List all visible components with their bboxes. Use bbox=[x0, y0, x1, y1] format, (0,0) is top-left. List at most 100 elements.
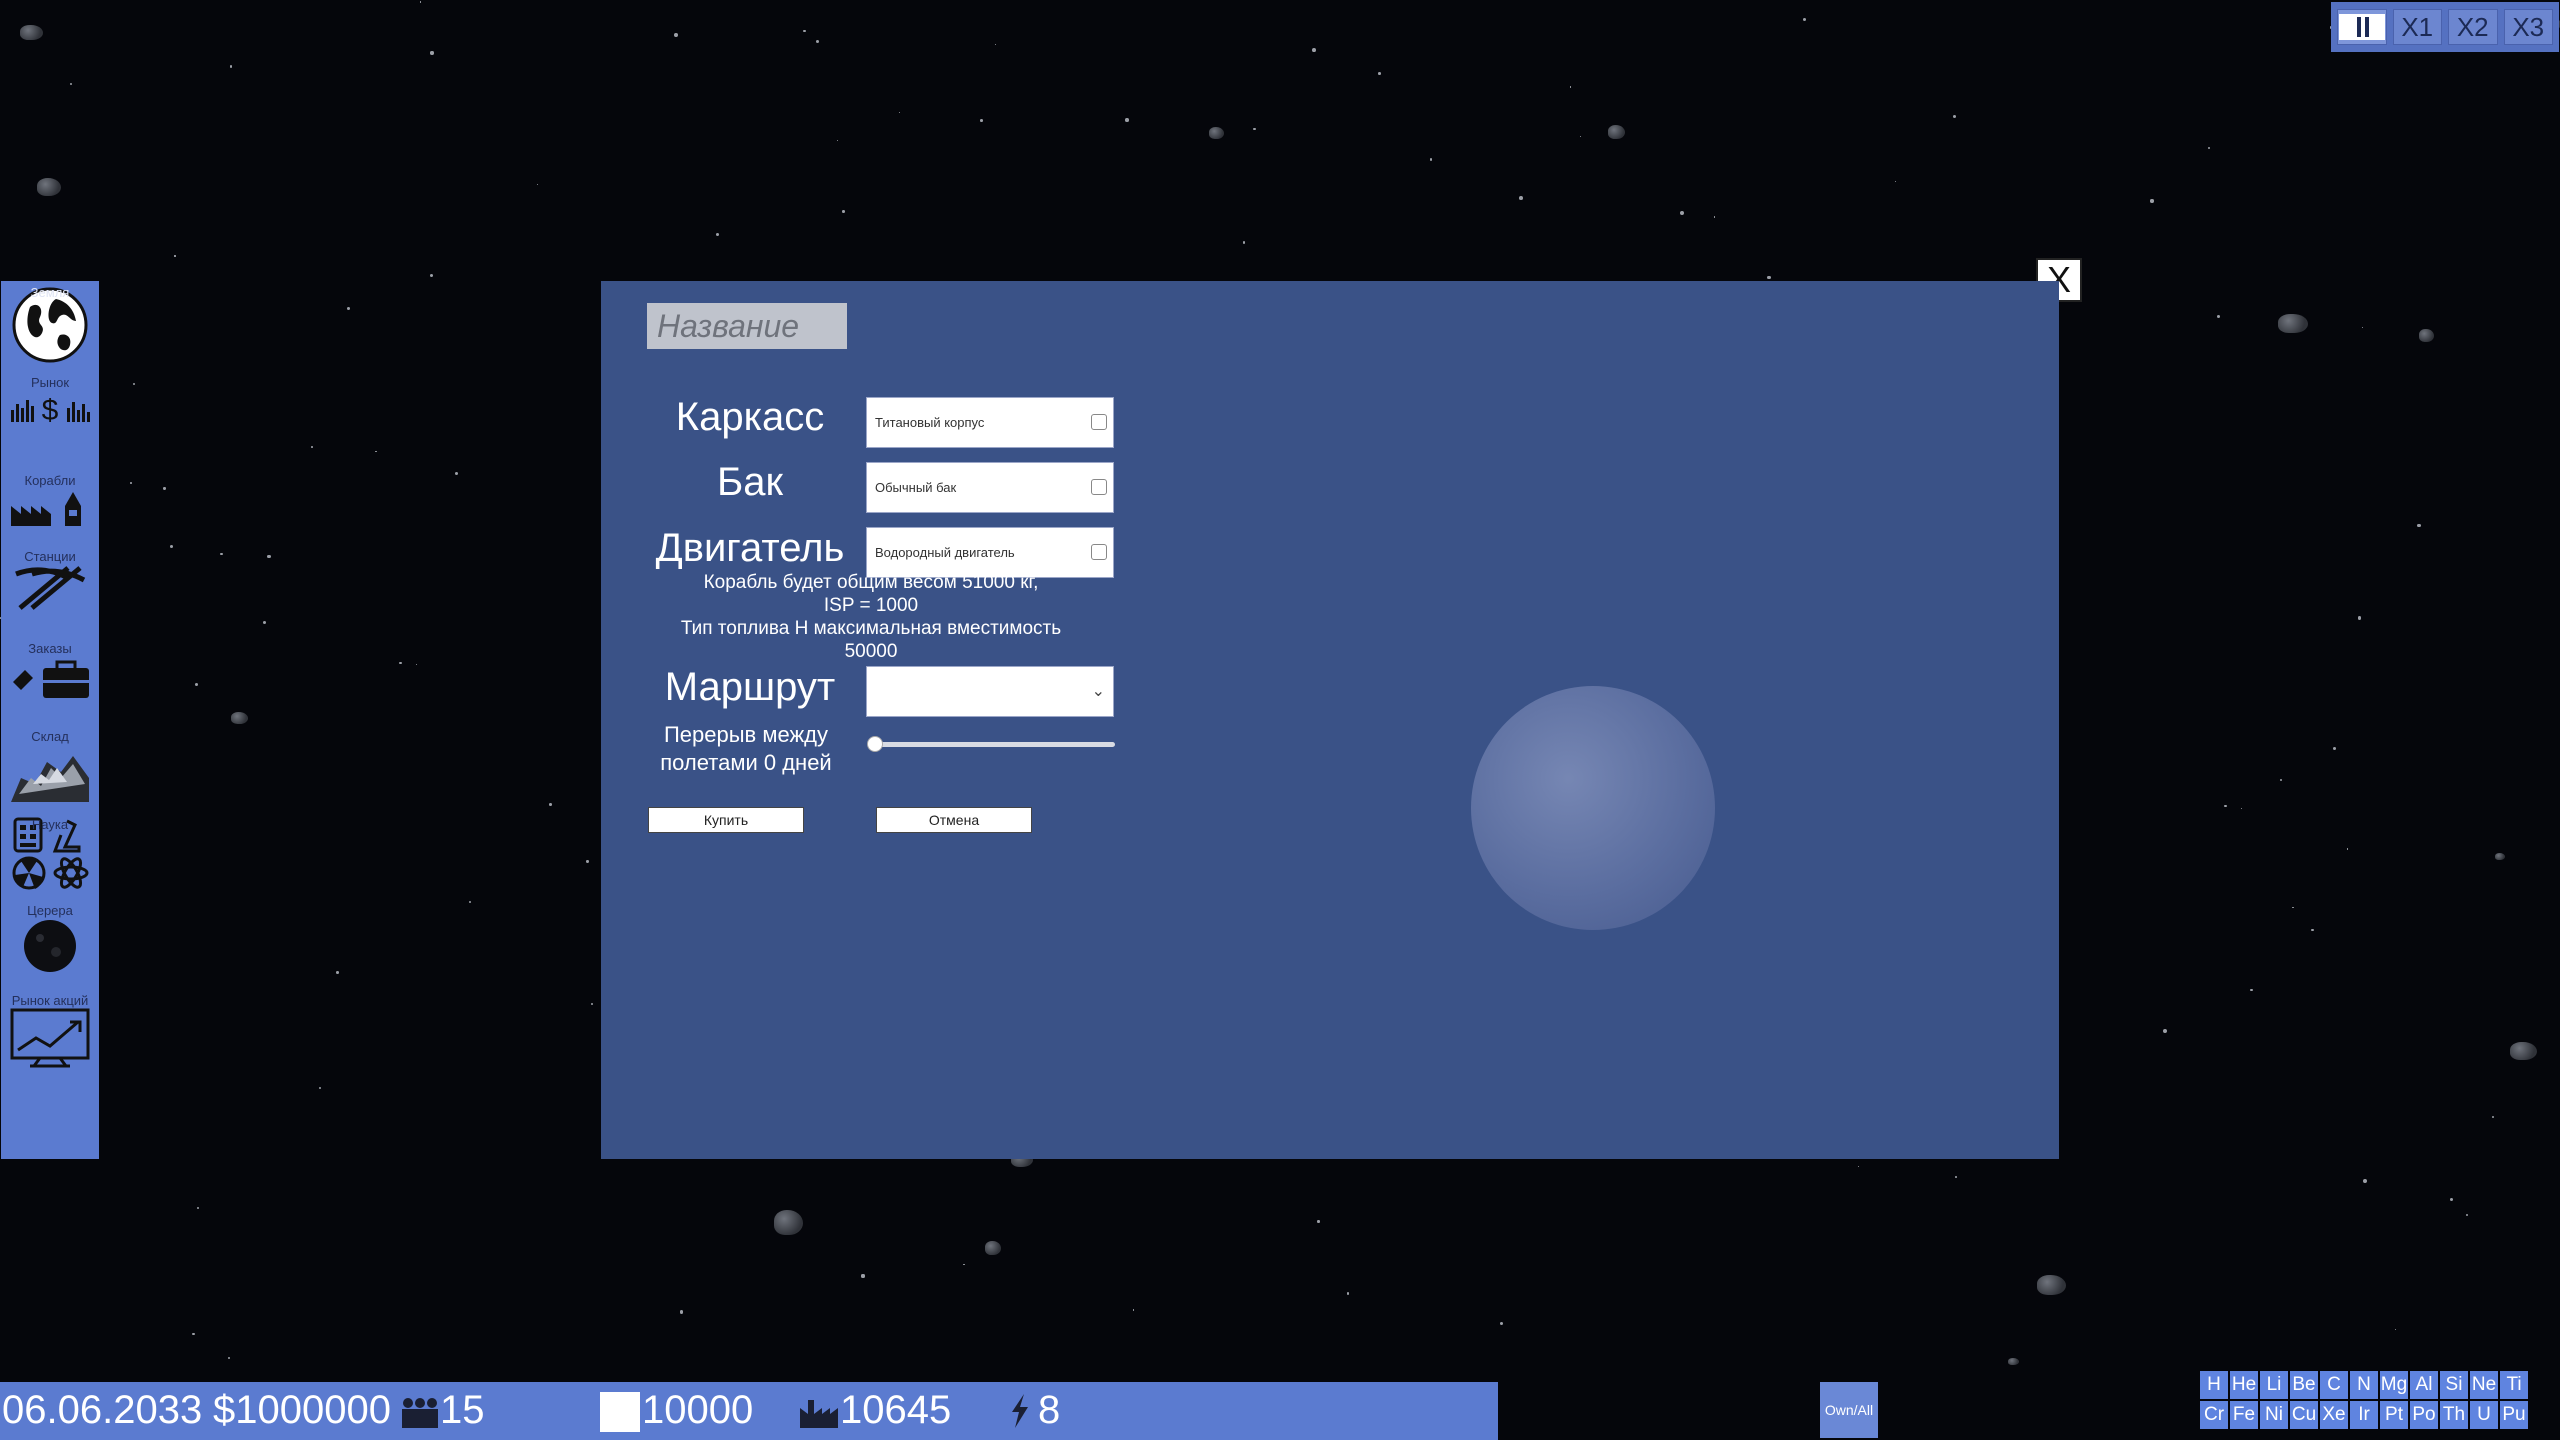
element-button-ir[interactable]: Ir bbox=[2350, 1401, 2378, 1429]
route-dropdown[interactable]: ⌄ bbox=[866, 666, 1114, 717]
star bbox=[2207, 146, 2210, 150]
star bbox=[1125, 118, 1129, 122]
element-button-ni[interactable]: Ni bbox=[2260, 1401, 2288, 1429]
star bbox=[2292, 906, 2294, 909]
element-button-th[interactable]: Th bbox=[2440, 1401, 2468, 1429]
sidebar-item-orders[interactable]: Заказы bbox=[1, 641, 99, 700]
sidebar-item-stock-market[interactable]: Рынок акций bbox=[1, 993, 99, 1068]
engine-select-value: Водородный двигатель bbox=[875, 545, 1015, 560]
sidebar-item-science[interactable]: Наука bbox=[1, 817, 99, 893]
hull-select[interactable]: Титановый корпус bbox=[866, 397, 1114, 448]
flight-break-slider-thumb[interactable] bbox=[867, 736, 883, 752]
element-button-pt[interactable]: Pt bbox=[2380, 1401, 2408, 1429]
sidebar-item-ships[interactable]: Корабли bbox=[1, 473, 99, 528]
element-button-al[interactable]: Al bbox=[2410, 1371, 2438, 1399]
stock-chart-icon bbox=[10, 1008, 90, 1068]
planet-image bbox=[1471, 686, 1715, 930]
ship-name-input[interactable] bbox=[647, 303, 847, 349]
sidebar-item-warehouse[interactable]: Склад bbox=[1, 729, 99, 804]
element-filter-grid: H He Li Be C N Mg Al Si Ne Ti Cr Fe Ni Cu Xe Ir Pt Po Th U Pu bbox=[2200, 1371, 2530, 1429]
mining-icon bbox=[15, 566, 86, 610]
sidebar-item-market[interactable]: Рынок $ bbox=[1, 375, 99, 426]
element-button-mg[interactable]: Mg bbox=[2380, 1371, 2408, 1399]
element-button-po[interactable]: Po bbox=[2410, 1401, 2438, 1429]
element-button-li[interactable]: Li bbox=[2260, 1371, 2288, 1399]
star bbox=[430, 51, 434, 55]
element-button-pu[interactable]: Pu bbox=[2500, 1401, 2528, 1429]
star bbox=[2492, 1115, 2495, 1118]
own-all-toggle-button[interactable]: Own/All bbox=[1820, 1382, 1878, 1438]
money-value: $1000000 bbox=[213, 1388, 391, 1432]
asteroid bbox=[2495, 852, 2506, 861]
element-button-u[interactable]: U bbox=[2470, 1401, 2498, 1429]
star bbox=[2394, 1328, 2396, 1330]
star bbox=[196, 1207, 199, 1210]
engine-checkbox[interactable] bbox=[1091, 544, 1107, 560]
star bbox=[1346, 1292, 1350, 1295]
element-button-be[interactable]: Be bbox=[2290, 1371, 2318, 1399]
star bbox=[263, 621, 267, 625]
star bbox=[590, 1003, 593, 1006]
cancel-button[interactable]: Отмена bbox=[876, 807, 1032, 833]
hull-select-value: Титановый корпус bbox=[875, 415, 985, 430]
sidebar-item-ceres[interactable]: Церера bbox=[1, 903, 99, 974]
sidebar-item-stations[interactable]: Станции bbox=[1, 549, 99, 612]
market-icon: $ bbox=[11, 394, 90, 426]
element-button-cr[interactable]: Cr bbox=[2200, 1401, 2228, 1429]
star bbox=[802, 29, 806, 33]
speed-x1-button[interactable]: X1 bbox=[2392, 9, 2442, 45]
star bbox=[1500, 1321, 1504, 1325]
speed-x3-button[interactable]: X3 bbox=[2503, 9, 2553, 45]
sidebar-item-label: Станции bbox=[24, 549, 76, 564]
star bbox=[399, 661, 402, 664]
star bbox=[549, 803, 552, 807]
element-button-cu[interactable]: Cu bbox=[2290, 1401, 2318, 1429]
star bbox=[1569, 86, 1572, 89]
tank-select[interactable]: Обычный бак bbox=[866, 462, 1114, 513]
ship-weight-text: Корабль будет общим весом 51000 кг, bbox=[703, 572, 1039, 593]
element-button-xe[interactable]: Xe bbox=[2320, 1401, 2348, 1429]
element-button-he[interactable]: He bbox=[2230, 1371, 2258, 1399]
buy-button[interactable]: Купить bbox=[648, 807, 804, 833]
flight-break-line1: Перерыв между bbox=[663, 722, 829, 747]
asteroid bbox=[2510, 1041, 2537, 1060]
chevron-down-icon: ⌄ bbox=[1091, 683, 1105, 700]
star bbox=[1767, 275, 1771, 280]
element-button-fe[interactable]: Fe bbox=[2230, 1401, 2258, 1429]
hull-checkbox[interactable] bbox=[1091, 414, 1107, 430]
element-button-si[interactable]: Si bbox=[2440, 1371, 2468, 1399]
element-button-h[interactable]: H bbox=[2200, 1371, 2228, 1399]
status-bar: 06.06.2033 $1000000 15 10000 10645 8 bbox=[0, 1382, 1498, 1440]
star bbox=[680, 1310, 684, 1314]
ceres-icon bbox=[24, 920, 76, 972]
tank-checkbox[interactable] bbox=[1091, 479, 1107, 495]
sidebar-item-label: Корабли bbox=[24, 473, 76, 488]
asteroid bbox=[2036, 1274, 2066, 1296]
star bbox=[2466, 1213, 2469, 1217]
storage-box-icon bbox=[600, 1392, 640, 1432]
flight-break-slider[interactable] bbox=[875, 742, 1115, 747]
speed-x2-button[interactable]: X2 bbox=[2448, 9, 2498, 45]
star bbox=[2450, 1197, 2454, 1201]
tank-label: Бак bbox=[717, 460, 783, 504]
star bbox=[415, 664, 418, 666]
orders-icon bbox=[13, 660, 89, 698]
sidebar-item-label: Рынок bbox=[30, 375, 70, 390]
star bbox=[2311, 928, 2314, 932]
sidebar-item-earth[interactable]: Земля bbox=[1, 285, 99, 363]
element-button-n[interactable]: N bbox=[2350, 1371, 2378, 1399]
population-icon bbox=[402, 1398, 438, 1428]
pause-button[interactable] bbox=[2337, 9, 2387, 45]
asteroid bbox=[1209, 126, 1225, 139]
star bbox=[836, 139, 839, 141]
star bbox=[2150, 199, 2154, 203]
star bbox=[454, 471, 459, 475]
element-button-c[interactable]: C bbox=[2320, 1371, 2348, 1399]
sidebar-item-label: Склад bbox=[31, 729, 69, 744]
star bbox=[195, 683, 199, 686]
element-button-ne[interactable]: Ne bbox=[2470, 1371, 2498, 1399]
asteroid bbox=[37, 178, 62, 196]
element-button-ti[interactable]: Ti bbox=[2500, 1371, 2528, 1399]
star bbox=[429, 274, 433, 278]
star bbox=[1377, 72, 1381, 75]
